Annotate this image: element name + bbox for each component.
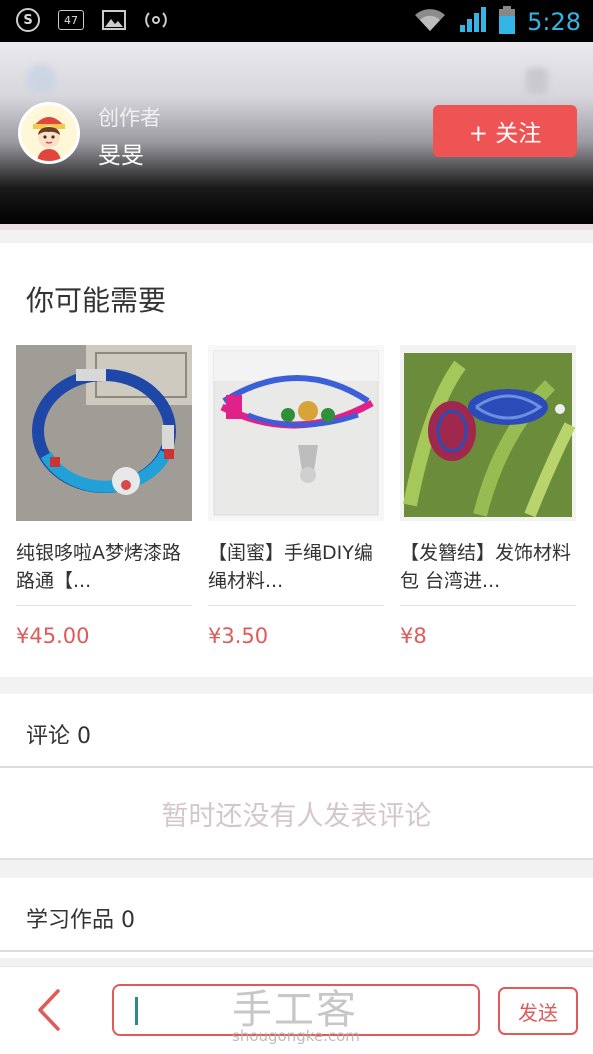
product-name: 纯银哆啦A梦烤漆路路通【... (16, 542, 181, 592)
divider (0, 858, 593, 860)
follow-button-label: + 关注 (468, 121, 542, 147)
avatar[interactable] (18, 102, 80, 164)
wireless-icon (144, 8, 168, 32)
product-price: ¥8 (400, 624, 427, 648)
signal-icon (459, 7, 487, 37)
comments-empty-text: 暂时还没有人发表评论 (161, 801, 432, 832)
bottom-bar: 手工客 shougongke.com 发送 (0, 966, 593, 1054)
product-card[interactable]: 【发簪结】发饰材料包 台湾进... ¥8 (400, 345, 576, 648)
text-caret (135, 997, 138, 1025)
product-image-cord[interactable] (208, 345, 384, 521)
comments-title: 评论 0 (26, 724, 91, 749)
creator-name[interactable]: 旻旻 (98, 136, 144, 170)
works-section[interactable]: 学习作品 0 (0, 878, 593, 958)
send-button[interactable]: 发送 (498, 987, 578, 1035)
back-button[interactable] (30, 985, 70, 1035)
watermark-url: shougongke.com (232, 1027, 360, 1045)
comments-section: 评论 0 暂时还没有人发表评论 (0, 694, 593, 860)
product-image-bracelet[interactable] (16, 345, 192, 521)
product-image-knot[interactable] (400, 345, 576, 521)
divider (400, 605, 576, 606)
status-bar: S 47 5:28 (0, 0, 593, 42)
divider (0, 766, 593, 768)
divider (208, 605, 384, 606)
product-price: ¥45.00 (16, 624, 90, 648)
product-price: ¥3.50 (208, 624, 269, 648)
wifi-icon (413, 7, 447, 37)
battery-badge-icon: 47 (58, 10, 84, 30)
product-card[interactable]: 纯银哆啦A梦烤漆路路通【... ¥45.00 (16, 345, 192, 648)
blurred-share-icon (526, 68, 548, 94)
divider-strip (0, 224, 593, 230)
blurred-back-icon (26, 64, 56, 94)
badge-number: 47 (64, 13, 78, 27)
chevron-left-icon (38, 989, 60, 1031)
divider (16, 605, 192, 606)
s-app-icon: S (16, 8, 40, 32)
image-icon (102, 8, 126, 32)
send-button-label: 发送 (518, 1000, 558, 1025)
battery-icon (499, 6, 516, 38)
follow-button[interactable]: + 关注 (433, 105, 577, 157)
product-name: 【发簪结】发饰材料包 台湾进... (400, 542, 572, 592)
product-name: 【闺蜜】手绳DIY编绳材料... (208, 542, 373, 592)
recommend-section: 你可能需要 纯银哆啦A梦烤漆路路通【... ¥45.00 【闺蜜】手绳DIY编绳… (0, 243, 593, 677)
divider (0, 950, 593, 952)
works-title: 学习作品 0 (26, 908, 135, 933)
clock: 5:28 (527, 8, 581, 36)
creator-header: 创作者 旻旻 + 关注 (0, 42, 593, 224)
product-card[interactable]: 【闺蜜】手绳DIY编绳材料... ¥3.50 (208, 345, 384, 648)
section-title: 你可能需要 (26, 284, 167, 317)
creator-label: 创作者 (98, 106, 161, 130)
s-app-letter: S (23, 12, 33, 28)
